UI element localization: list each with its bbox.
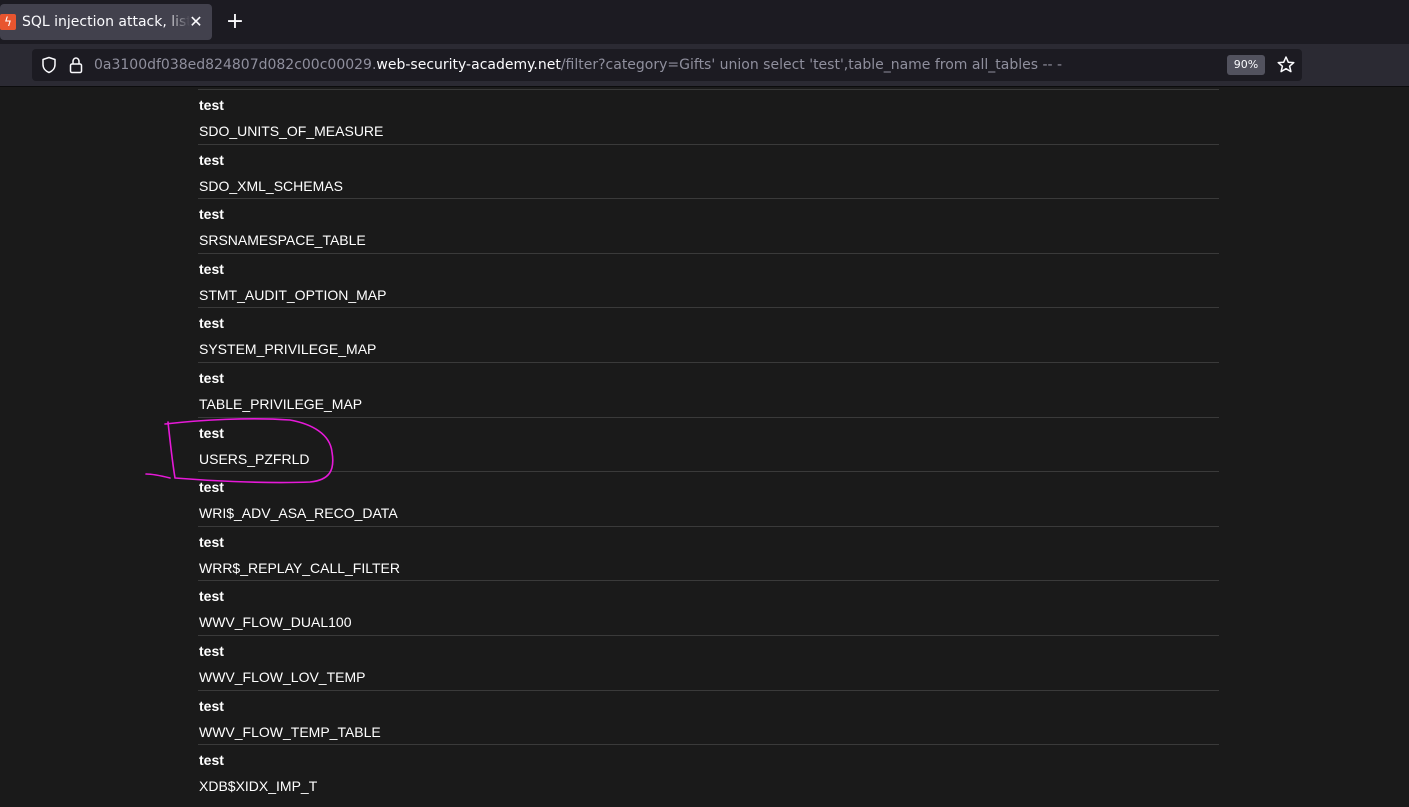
table-row: test SDO_UNITS_OF_MEASURE	[198, 89, 1219, 144]
table-row: test WWV_FLOW_DUAL100	[198, 580, 1219, 635]
row-header: test	[199, 588, 224, 605]
row-header: test	[199, 642, 224, 659]
row-cell: SDO_UNITS_OF_MEASURE	[199, 123, 384, 139]
star-icon[interactable]	[1276, 55, 1296, 75]
row-header: test	[199, 533, 224, 550]
zoom-level-button[interactable]: 90%	[1227, 55, 1265, 75]
row-header: test	[199, 315, 224, 332]
table-row: test WRR$_REPLAY_CALL_FILTER	[198, 525, 1219, 581]
tab-close-button[interactable]: ✕	[186, 12, 206, 32]
lock-icon[interactable]	[68, 56, 84, 74]
table-row: test STMT_AUDIT_OPTION_MAP	[198, 252, 1219, 308]
url-domain: web-security-academy.net	[376, 57, 561, 73]
row-header: test	[199, 97, 224, 113]
table-row: test SDO_XML_SCHEMAS	[198, 143, 1219, 199]
active-tab[interactable]: ϟ SQL injection attack, listing the data…	[0, 4, 212, 40]
table-row: test WWV_FLOW_LOV_TEMP	[198, 634, 1219, 690]
row-header: test	[199, 752, 224, 769]
row-cell: WWV_FLOW_TEMP_TABLE	[199, 723, 381, 740]
table-row: test WWV_FLOW_TEMP_TABLE	[198, 689, 1219, 745]
row-header: test	[199, 424, 224, 441]
tab-bar: ϟ SQL injection attack, listing the data…	[0, 0, 1409, 44]
row-cell: XDB$XIDX_IMP_T	[199, 778, 318, 795]
row-cell: USERS_PZFRLD	[199, 450, 310, 467]
new-tab-button[interactable]: +	[224, 11, 246, 33]
row-header: test	[199, 697, 224, 714]
table-row: test XDB$XIDX_IMP_T	[198, 744, 1219, 799]
table-row: test USERS_PZFRLD	[198, 416, 1219, 472]
row-cell: SYSTEM_PRIVILEGE_MAP	[199, 341, 377, 358]
row-header: test	[199, 479, 224, 496]
row-cell: WWV_FLOW_LOV_TEMP	[199, 668, 366, 685]
url-prefix: 0a3100df038ed824807d082c00c00029.	[94, 57, 377, 73]
shield-icon[interactable]	[40, 56, 58, 74]
row-header: test	[199, 206, 224, 223]
row-cell: TABLE_PRIVILEGE_MAP	[199, 395, 363, 412]
page-content: test SDO_UNITS_OF_MEASURE test SDO_XML_SCHE…	[0, 87, 1409, 807]
table-row: test SRSNAMESPACE_TABLE	[198, 198, 1219, 253]
row-cell: STMT_AUDIT_OPTION_MAP	[199, 286, 387, 303]
row-header: test	[199, 151, 224, 168]
lightning-icon: ϟ	[0, 14, 16, 30]
url-bar[interactable]: 0a3100df038ed824807d082c00c00029.web-sec…	[32, 49, 1302, 81]
row-cell: SDO_XML_SCHEMAS	[199, 177, 343, 194]
row-cell: WWV_FLOW_DUAL100	[199, 614, 352, 631]
url-text[interactable]: 0a3100df038ed824807d082c00c00029.web-sec…	[94, 56, 1062, 74]
row-cell: SRSNAMESPACE_TABLE	[199, 232, 366, 249]
tab-title: SQL injection attack, listing the databa…	[22, 14, 190, 30]
row-cell: WRI$_ADV_ASA_RECO_DATA	[199, 505, 398, 522]
results-table: test SDO_UNITS_OF_MEASURE test SDO_XML_SCHE…	[198, 89, 1219, 799]
row-header: test	[199, 260, 224, 277]
table-row: test WRI$_ADV_ASA_RECO_DATA	[198, 471, 1219, 526]
table-row: test SYSTEM_PRIVILEGE_MAP	[198, 307, 1219, 362]
row-header: test	[199, 369, 224, 386]
url-path: /filter?category=Gifts' union select 'te…	[560, 57, 1063, 73]
navigation-bar: 0a3100df038ed824807d082c00c00029.web-sec…	[0, 44, 1409, 87]
row-cell: WRR$_REPLAY_CALL_FILTER	[199, 559, 400, 576]
table-row: test TABLE_PRIVILEGE_MAP	[198, 361, 1219, 417]
